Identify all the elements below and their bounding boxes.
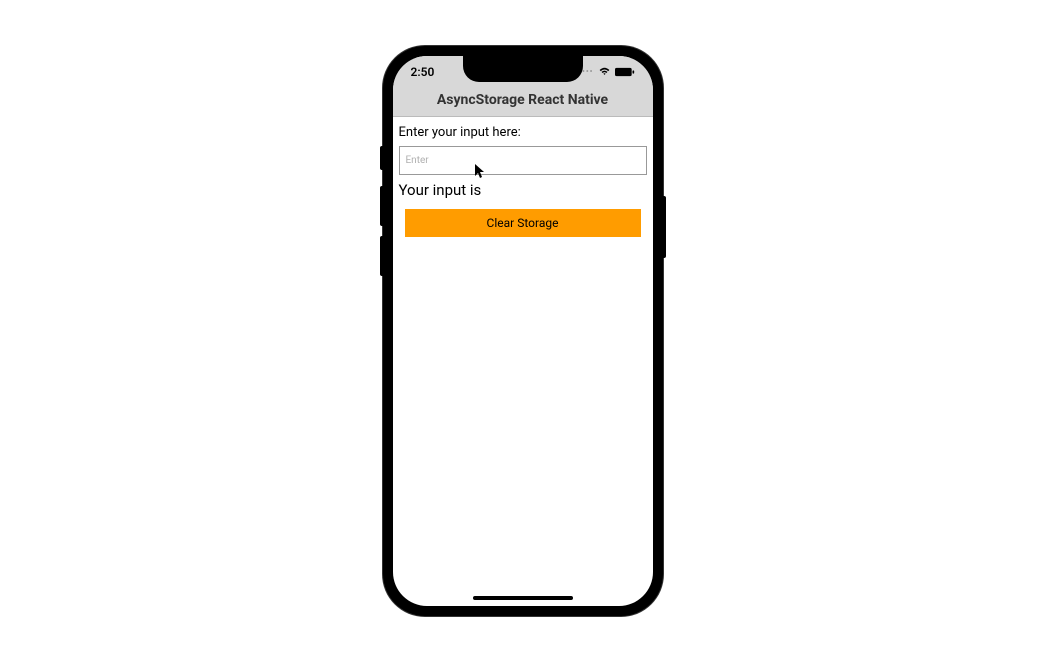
status-time: 2:50 [411, 63, 435, 79]
status-indicators: •••• [578, 65, 634, 77]
main-content: Enter your input here: Your input is Cle… [393, 117, 653, 245]
side-button [380, 146, 383, 170]
volume-up-button [380, 186, 383, 226]
battery-icon [615, 67, 635, 77]
volume-down-button [380, 236, 383, 276]
phone-screen: 2:50 •••• AsyncStorage React Native Ente… [393, 56, 653, 606]
app-header: AsyncStorage React Native [393, 86, 653, 117]
home-indicator[interactable] [473, 596, 573, 600]
app-title: AsyncStorage React Native [393, 92, 653, 108]
notch [463, 56, 583, 82]
phone-device-frame: 2:50 •••• AsyncStorage React Native Ente… [383, 46, 663, 616]
power-button [663, 196, 666, 258]
clear-storage-button[interactable]: Clear Storage [405, 209, 641, 237]
wifi-icon [598, 67, 611, 76]
result-text: Your input is [399, 181, 647, 199]
text-input[interactable] [399, 146, 647, 175]
input-label: Enter your input here: [399, 125, 647, 140]
